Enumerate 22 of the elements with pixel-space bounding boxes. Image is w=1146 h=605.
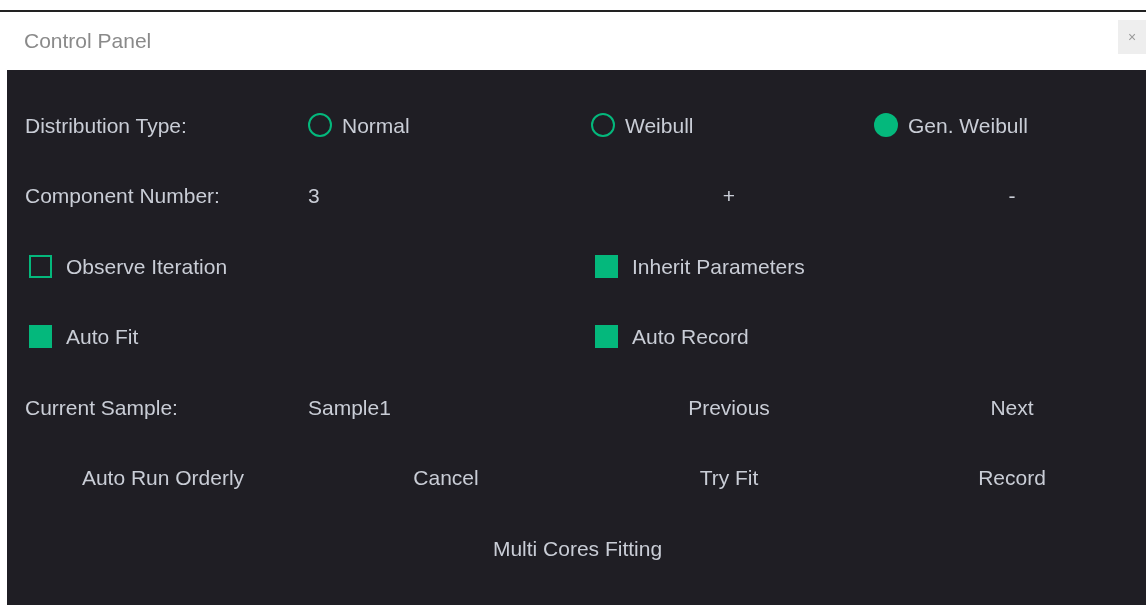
action-button[interactable]: Auto Run Orderly [73,458,253,498]
step-button[interactable]: - [1000,176,1024,216]
action-button[interactable]: Multi Cores Fitting [484,528,671,568]
nav-button[interactable]: Next [982,387,1042,427]
window-title: Control Panel [24,28,152,55]
checkbox-option[interactable]: Auto Fit [25,321,139,353]
radio-option[interactable]: Normal [308,109,410,141]
field-label: Current Sample: [25,394,178,421]
field-label: Component Number: [25,183,220,209]
checkbox-option[interactable]: Inherit Parameters [591,250,805,282]
action-button[interactable]: Try Fit [691,458,767,498]
field-value: 3 [308,183,320,209]
radio-option[interactable]: Gen. Weibull [874,109,1028,141]
nav-button[interactable]: Previous [680,387,778,427]
checkbox-option[interactable]: Auto Record [591,321,749,353]
action-button[interactable]: Cancel [405,458,487,498]
radio-option[interactable]: Weibull [591,109,694,141]
field-label: Distribution Type: [25,112,187,139]
step-button[interactable]: + [714,176,744,216]
checkbox-option[interactable]: Observe Iteration [25,250,228,282]
action-button[interactable]: Record [970,458,1054,498]
field-value: Sample1 [308,394,391,421]
